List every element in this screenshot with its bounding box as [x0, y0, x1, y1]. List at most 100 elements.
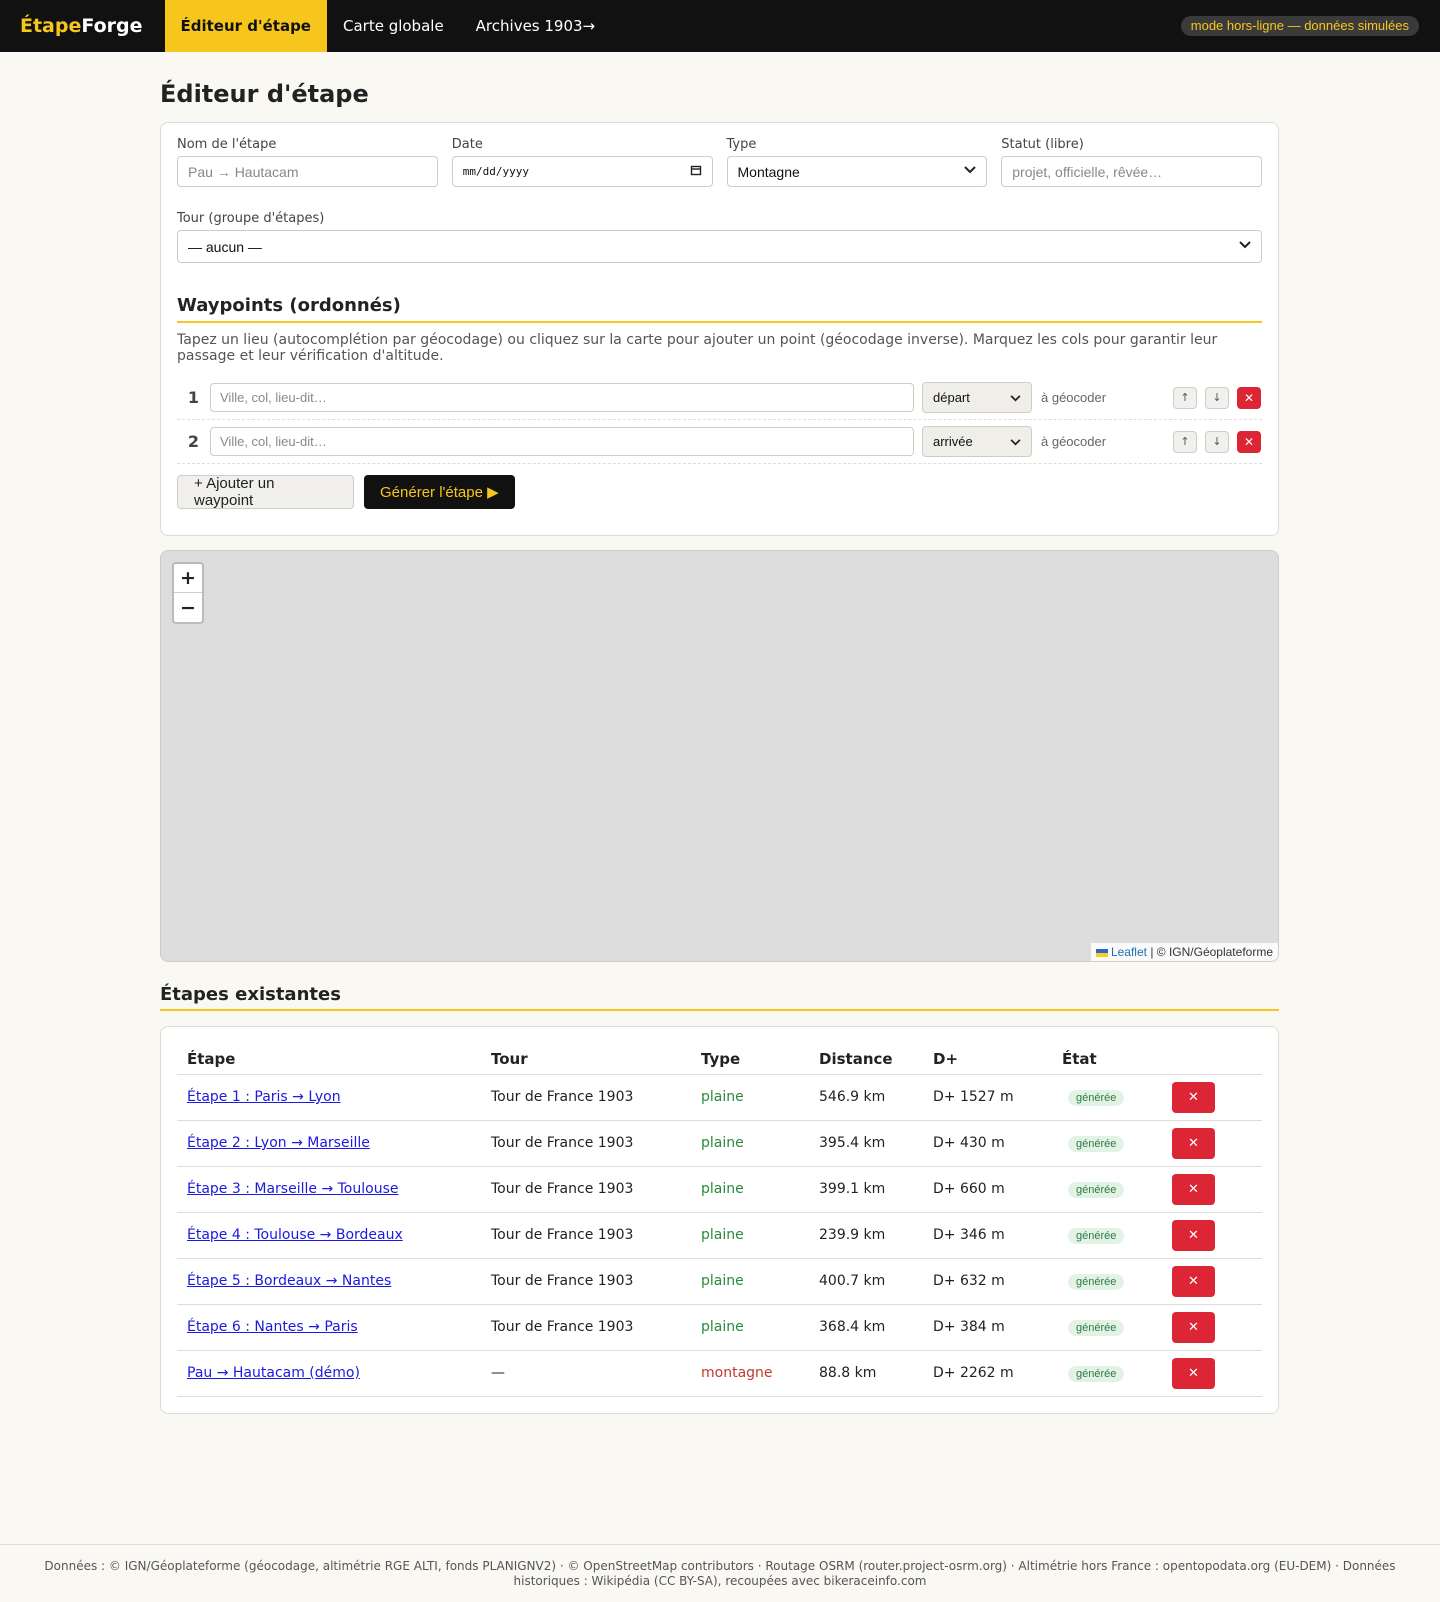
move-down-button[interactable]: ↓ — [1205, 386, 1229, 409]
waypoints-help: Tapez un lieu (autocomplétion par géocod… — [177, 332, 1218, 364]
stage-dplus: D+ 384 m — [923, 1304, 1052, 1351]
date-placeholder: mm/dd/yyyy — [462, 165, 529, 178]
stage-distance: 88.8 km — [809, 1350, 923, 1397]
brand-logo[interactable]: Étape Forge — [20, 0, 143, 52]
stage-link[interactable]: Étape 2 : Lyon → Marseille — [187, 1135, 370, 1151]
stage-tour: Tour de France 1903 — [481, 1166, 691, 1213]
stages-table-body: Étape 1 : Paris → Lyon Tour de France 19… — [177, 1074, 1262, 1397]
generate-stage-button[interactable]: Générer l'étape ▶ — [364, 475, 515, 509]
existing-stages-card: Étape Tour Type Distance D+ État Étape 1… — [160, 1026, 1279, 1414]
type-select[interactable]: Montagne — [726, 156, 988, 187]
brand-part-1: Étape — [20, 15, 82, 37]
delete-stage-button[interactable]: ✕ — [1172, 1265, 1215, 1297]
calendar-icon[interactable] — [690, 164, 702, 179]
col-header-state: État — [1052, 1043, 1162, 1075]
stage-link[interactable]: Étape 6 : Nantes → Paris — [187, 1319, 358, 1335]
waypoint-type-select[interactable]: départ — [922, 382, 1032, 413]
waypoint-row: 2 Ville, col, lieu-dit… arrivée à géocod… — [177, 420, 1262, 464]
col-header-type: Type — [691, 1043, 809, 1075]
waypoint-input[interactable]: Ville, col, lieu-dit… — [210, 383, 914, 412]
nav-global-map[interactable]: Carte globale — [327, 0, 460, 52]
chevron-down-icon — [1010, 434, 1021, 449]
date-input[interactable]: mm/dd/yyyy — [451, 156, 713, 187]
leaflet-link[interactable]: Leaflet — [1111, 945, 1147, 959]
tour-select-value: — aucun — — [188, 238, 262, 255]
footer: Données : © IGN/Géoplateforme (géocodage… — [0, 1544, 1440, 1589]
stage-distance: 400.7 km — [809, 1258, 923, 1305]
remove-waypoint-button[interactable]: ✕ — [1237, 430, 1261, 453]
zoom-in-button[interactable]: + — [174, 564, 202, 593]
attribution-text: | © IGN/Géoplateforme — [1146, 945, 1273, 959]
table-row: Étape 3 : Marseille → Toulouse Tour de F… — [177, 1166, 1262, 1213]
stage-distance: 239.9 km — [809, 1212, 923, 1259]
move-up-button[interactable]: ↑ — [1173, 386, 1197, 409]
status-badge: générée — [1068, 1319, 1125, 1336]
stage-type: plaine — [691, 1212, 809, 1259]
waypoint-number: 2 — [187, 432, 200, 451]
waypoint-list: 1 Ville, col, lieu-dit… départ à géocode… — [177, 376, 1262, 464]
delete-stage-button[interactable]: ✕ — [1172, 1127, 1215, 1159]
stage-type: plaine — [691, 1258, 809, 1305]
delete-stage-button[interactable]: ✕ — [1172, 1081, 1215, 1113]
map-view[interactable]: + − Leaflet | © IGN/Géoplateforme — [160, 550, 1279, 962]
stage-link[interactable]: Pau → Hautacam (démo) — [187, 1365, 360, 1381]
chevron-down-icon — [964, 166, 976, 177]
status-input[interactable]: projet, officielle, rêvée… — [1001, 156, 1262, 187]
table-row: Étape 2 : Lyon → Marseille Tour de Franc… — [177, 1120, 1262, 1167]
waypoints-title: Waypoints (ordonnés) — [177, 295, 1262, 323]
nav-archives-1903[interactable]: Archives 1903→ — [460, 0, 611, 52]
stage-dplus: D+ 430 m — [923, 1120, 1052, 1167]
add-waypoint-button[interactable]: + Ajouter un waypoint — [177, 475, 354, 509]
delete-stage-button[interactable]: ✕ — [1172, 1219, 1215, 1251]
date-label: Date — [451, 137, 483, 152]
delete-stage-button[interactable]: ✕ — [1172, 1357, 1215, 1389]
waypoint-type-value: départ — [933, 390, 970, 405]
type-label: Type — [726, 137, 757, 152]
page-title: Éditeur d'étape — [160, 80, 369, 108]
stage-dplus: D+ 660 m — [923, 1166, 1052, 1213]
table-row: Pau → Hautacam (démo) — montagne 88.8 km… — [177, 1350, 1262, 1397]
col-header-distance: Distance — [809, 1043, 923, 1075]
main-content: Éditeur d'étape Nom de l'étape Pau → Hau… — [160, 80, 1279, 1414]
waypoint-status: à géocoder — [1041, 390, 1107, 405]
tour-select[interactable]: — aucun — — [177, 230, 1262, 263]
offline-mode-badge: mode hors-ligne — données simulées — [1180, 16, 1419, 36]
stage-distance: 368.4 km — [809, 1304, 923, 1351]
stage-type: plaine — [691, 1304, 809, 1351]
stage-link[interactable]: Étape 1 : Paris → Lyon — [187, 1089, 341, 1105]
stage-tour: Tour de France 1903 — [481, 1304, 691, 1351]
table-row: Étape 6 : Nantes → Paris Tour de France … — [177, 1304, 1262, 1351]
waypoint-input[interactable]: Ville, col, lieu-dit… — [210, 427, 914, 456]
move-up-button[interactable]: ↑ — [1173, 430, 1197, 453]
existing-stages-title: Étapes existantes — [160, 984, 1279, 1011]
table-row: Étape 1 : Paris → Lyon Tour de France 19… — [177, 1074, 1262, 1121]
table-header-row: Étape Tour Type Distance D+ État — [177, 1043, 1262, 1075]
stage-link[interactable]: Étape 5 : Bordeaux → Nantes — [187, 1273, 391, 1289]
waypoint-type-select[interactable]: arrivée — [922, 426, 1032, 457]
zoom-out-button[interactable]: − — [174, 593, 202, 622]
stage-link[interactable]: Étape 4 : Toulouse → Bordeaux — [187, 1227, 403, 1243]
stage-tour: Tour de France 1903 — [481, 1258, 691, 1305]
nav-stage-editor[interactable]: Éditeur d'étape — [164, 0, 327, 52]
status-badge: générée — [1068, 1227, 1125, 1244]
map-attribution: Leaflet | © IGN/Géoplateforme — [1090, 943, 1278, 961]
stages-table: Étape Tour Type Distance D+ État Étape 1… — [177, 1043, 1262, 1397]
waypoint-number: 1 — [187, 388, 200, 407]
stage-name-label: Nom de l'étape — [177, 137, 277, 152]
move-down-button[interactable]: ↓ — [1205, 430, 1229, 453]
stage-name-input[interactable]: Pau → Hautacam — [177, 156, 438, 187]
stage-distance: 395.4 km — [809, 1120, 923, 1167]
stage-type: plaine — [691, 1166, 809, 1213]
zoom-control: + − — [172, 562, 204, 624]
brand-part-2: Forge — [81, 15, 143, 37]
stage-link[interactable]: Étape 3 : Marseille → Toulouse — [187, 1181, 398, 1197]
col-header-actions — [1162, 1043, 1262, 1075]
delete-stage-button[interactable]: ✕ — [1172, 1311, 1215, 1343]
top-navbar: Étape Forge Éditeur d'étape Carte globale… — [0, 0, 1440, 52]
stage-distance: 399.1 km — [809, 1166, 923, 1213]
delete-stage-button[interactable]: ✕ — [1172, 1173, 1215, 1205]
stage-type: montagne — [691, 1350, 809, 1397]
chevron-down-icon — [1239, 241, 1251, 252]
remove-waypoint-button[interactable]: ✕ — [1237, 386, 1261, 409]
stage-dplus: D+ 1527 m — [923, 1074, 1052, 1121]
